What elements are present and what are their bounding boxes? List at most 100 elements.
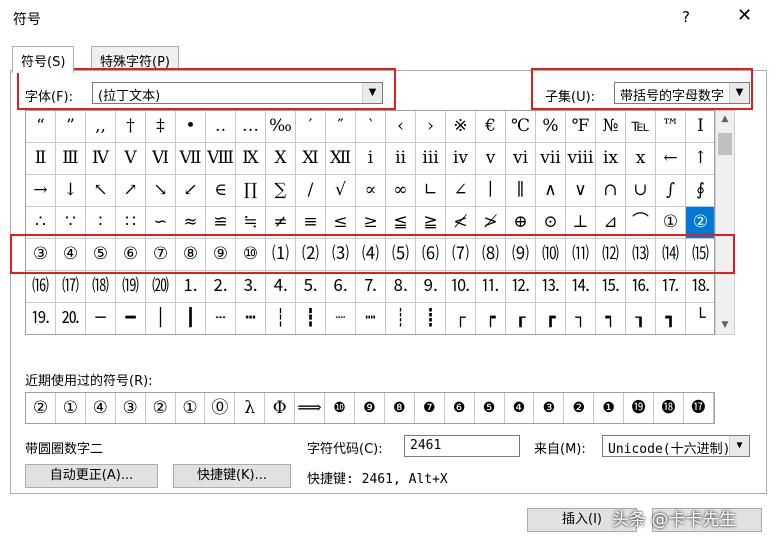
symbol-cell[interactable]: ‰ xyxy=(266,111,296,143)
symbol-cell[interactable]: ↖ xyxy=(86,175,116,207)
symbol-cell[interactable]: ① xyxy=(656,207,686,239)
symbol-cell[interactable]: ↑ xyxy=(686,143,714,175)
symbol-cell[interactable]: ℉ xyxy=(566,111,596,143)
symbol-cell[interactable]: ⒃ xyxy=(26,271,56,303)
shortcut-key-button[interactable]: 快捷键(K)... xyxy=(173,464,291,488)
symbol-cell[interactable]: ⑧ xyxy=(176,239,206,271)
symbol-cell[interactable]: ⑩ xyxy=(236,239,266,271)
symbol-cell[interactable]: ⅵ xyxy=(506,143,536,175)
symbol-cell[interactable]: ∞ xyxy=(386,175,416,207)
symbol-cell[interactable]: Ⅰ xyxy=(686,111,714,143)
symbol-cell[interactable]: ⑻ xyxy=(476,239,506,271)
symbol-cell[interactable]: ⑦ xyxy=(146,239,176,271)
symbol-cell[interactable]: ′ xyxy=(296,111,326,143)
symbol-cell[interactable]: ⊿ xyxy=(596,207,626,239)
recent-symbol-cell[interactable]: ④ xyxy=(86,393,116,423)
symbol-cell[interactable]: ⒑ xyxy=(446,271,476,303)
help-icon[interactable]: ? xyxy=(682,8,690,26)
symbol-cell[interactable]: ⑵ xyxy=(296,239,326,271)
symbol-cell[interactable]: ┒ xyxy=(626,303,656,334)
symbol-cell[interactable]: ⅹ xyxy=(626,143,656,175)
symbol-grid-scrollbar[interactable]: ▲ ▼ xyxy=(715,110,735,335)
symbol-cell[interactable]: ∩ xyxy=(596,175,626,207)
symbol-cell[interactable]: ” xyxy=(56,111,86,143)
symbol-cell[interactable]: ⅰ xyxy=(356,143,386,175)
symbol-cell[interactable]: ∧ xyxy=(536,175,566,207)
symbol-cell[interactable]: ⒛ xyxy=(56,303,86,334)
recent-symbol-cell[interactable]: ❷ xyxy=(564,393,595,423)
symbol-cell[interactable]: ⅷ xyxy=(566,143,596,175)
symbol-cell[interactable]: ┏ xyxy=(536,303,566,334)
recent-symbol-cell[interactable]: ❽ xyxy=(385,393,415,423)
symbol-cell[interactable]: ⑾ xyxy=(566,239,596,271)
symbol-cell[interactable]: ┍ xyxy=(476,303,506,334)
recent-symbol-cell[interactable]: ⟹ xyxy=(295,393,326,423)
symbol-cell[interactable]: ⅶ xyxy=(536,143,566,175)
symbol-cell[interactable]: ⒈ xyxy=(176,271,206,303)
symbol-cell[interactable]: ≠ xyxy=(266,207,296,239)
symbol-cell[interactable]: Ⅳ xyxy=(86,143,116,175)
symbol-cell[interactable]: ⒗ xyxy=(626,271,656,303)
symbol-cell[interactable]: ⑷ xyxy=(356,239,386,271)
symbol-cell[interactable]: ≡ xyxy=(296,207,326,239)
symbol-cell[interactable]: ⒒ xyxy=(476,271,506,303)
symbol-cell[interactable]: Ⅱ xyxy=(26,143,56,175)
symbol-cell[interactable]: ‥ xyxy=(206,111,236,143)
symbol-cell[interactable]: ⒋ xyxy=(266,271,296,303)
recent-symbol-cell[interactable]: ⓳ xyxy=(624,393,655,423)
symbol-cell[interactable]: ≮ xyxy=(446,207,476,239)
symbol-cell[interactable]: ‹ xyxy=(386,111,416,143)
symbol-cell[interactable]: ≌ xyxy=(206,207,236,239)
symbol-cell[interactable]: ∟ xyxy=(416,175,446,207)
symbol-cell[interactable]: ┎ xyxy=(506,303,536,334)
symbol-cell[interactable]: ④ xyxy=(56,239,86,271)
symbol-cell[interactable]: Ⅶ xyxy=(176,143,206,175)
symbol-cell[interactable]: ⒐ xyxy=(416,271,446,303)
recent-symbol-cell[interactable]: ⓪ xyxy=(205,393,236,423)
symbol-cell[interactable]: ⒍ xyxy=(326,271,356,303)
symbol-cell[interactable]: Ⅹ xyxy=(266,143,296,175)
symbol-cell[interactable]: ⒂ xyxy=(686,239,714,271)
chevron-down-icon[interactable]: ▼ xyxy=(362,83,382,103)
symbol-cell[interactable]: ⅴ xyxy=(476,143,506,175)
symbol-cell[interactable]: ≥ xyxy=(356,207,386,239)
symbol-cell[interactable]: ┓ xyxy=(656,303,686,334)
symbol-cell[interactable]: ⑨ xyxy=(206,239,236,271)
symbol-cell[interactable]: ∮ xyxy=(686,175,714,207)
symbol-cell[interactable]: ┐ xyxy=(566,303,596,334)
symbol-cell[interactable]: ┊ xyxy=(386,303,416,334)
symbol-cell[interactable]: Ⅴ xyxy=(116,143,146,175)
symbol-cell[interactable]: Ⅵ xyxy=(146,143,176,175)
symbol-cell[interactable]: ‡ xyxy=(146,111,176,143)
symbol-cell[interactable]: ⑶ xyxy=(326,239,356,271)
symbol-cell[interactable]: ∪ xyxy=(626,175,656,207)
recent-symbol-cell[interactable]: ② xyxy=(26,393,56,423)
symbol-cell[interactable]: ∠ xyxy=(446,175,476,207)
symbol-cell[interactable]: ≈ xyxy=(176,207,206,239)
symbol-cell[interactable]: ⒓ xyxy=(506,271,536,303)
symbol-cell[interactable]: ③ xyxy=(26,239,56,271)
symbol-cell[interactable]: ⒉ xyxy=(206,271,236,303)
recent-symbol-cell[interactable]: ① xyxy=(176,393,206,423)
symbol-cell[interactable]: ⒀ xyxy=(626,239,656,271)
symbol-cell[interactable]: → xyxy=(26,175,56,207)
recent-symbol-cell[interactable]: ❾ xyxy=(355,393,385,423)
recent-symbol-cell[interactable]: ⓲ xyxy=(654,393,684,423)
recent-symbol-cell[interactable]: ⓱ xyxy=(684,393,714,423)
symbol-cell[interactable]: ┆ xyxy=(266,303,296,334)
char-code-input[interactable]: 2461 xyxy=(404,435,520,457)
tab-symbols[interactable]: 符号(S) xyxy=(12,46,75,73)
recent-symbol-cell[interactable]: ② xyxy=(146,393,176,423)
symbol-cell[interactable]: ∝ xyxy=(356,175,386,207)
symbol-cell[interactable]: ⑴ xyxy=(266,239,296,271)
symbol-cell[interactable]: ┃ xyxy=(176,303,206,334)
symbol-cell[interactable]: ∷ xyxy=(116,207,146,239)
recent-symbol-cell[interactable]: ① xyxy=(56,393,86,423)
symbol-cell[interactable]: ⒌ xyxy=(296,271,326,303)
symbol-cell[interactable]: ∕ xyxy=(296,175,326,207)
symbol-cell[interactable]: ─ xyxy=(86,303,116,334)
symbol-cell[interactable]: ⑹ xyxy=(416,239,446,271)
symbol-cell[interactable]: ┈ xyxy=(326,303,356,334)
symbol-cell[interactable]: … xyxy=(236,111,266,143)
recent-symbol-cell[interactable]: ❺ xyxy=(475,393,505,423)
